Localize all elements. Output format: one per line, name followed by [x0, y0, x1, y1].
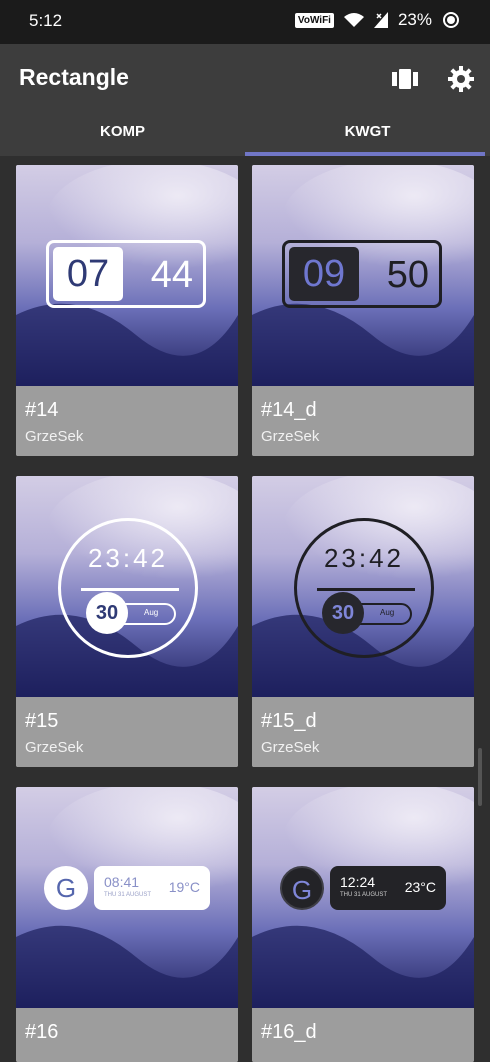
battery-percent: 23%: [397, 10, 432, 29]
google-logo-icon: G: [280, 866, 324, 910]
clock-day: 30: [86, 592, 128, 634]
divider: [81, 588, 179, 591]
widget-card[interactable]: 23:42 Aug 30 #15 GrzeSek: [16, 476, 238, 767]
status-icons: VoWiFi 23%: [294, 10, 460, 30]
clock-month: Aug: [144, 608, 159, 617]
signal-icon: [373, 12, 388, 28]
round-clock-widget: 23:42 Aug 30: [294, 518, 434, 658]
tab-bar: KOMP KWGT: [0, 114, 490, 156]
divider: [317, 588, 415, 591]
temperature: 23°C: [404, 879, 436, 895]
google-date-widget: G 12:24 THU 31 AUGUST 23°C: [280, 864, 446, 910]
widget-card[interactable]: 09 50 #14_d GrzeSek: [252, 165, 474, 456]
widget-name: #14: [25, 399, 59, 421]
card-caption: #14_d GrzeSek: [252, 386, 474, 456]
battery-icon: [443, 12, 459, 28]
widget-card[interactable]: 07 44 #14 GrzeSek: [16, 165, 238, 456]
temperature: 19°C: [168, 879, 200, 895]
tab-kwgt[interactable]: KWGT: [245, 114, 490, 156]
card-caption: #14 GrzeSek: [16, 386, 238, 456]
clock-minute: 44: [150, 254, 193, 296]
clock-minute: 50: [386, 254, 429, 296]
rectangle-clock-widget: 07 44: [46, 240, 206, 308]
widget-card[interactable]: G 12:24 THU 31 AUGUST 23°C #16_d: [252, 787, 474, 1062]
clock-date: THU 31 AUGUST: [340, 892, 388, 898]
clock-time: 12:24: [340, 874, 376, 890]
card-caption: #16: [16, 1008, 238, 1062]
widget-name: #15: [25, 710, 59, 732]
round-clock-widget: 23:42 Aug 30: [58, 518, 198, 658]
widget-name: #14_d: [261, 399, 317, 421]
widget-author: GrzeSek: [261, 428, 320, 445]
card-caption: #15 GrzeSek: [16, 697, 238, 767]
vowifi-badge: VoWiFi: [294, 12, 334, 28]
carousel-icon[interactable]: [390, 64, 420, 94]
google-logo-icon: G: [44, 866, 88, 910]
widget-author: GrzeSek: [25, 428, 84, 445]
widget-card[interactable]: G 08:41 THU 31 AUGUST 19°C #16: [16, 787, 238, 1062]
clock-time: 08:41: [104, 874, 140, 890]
app-bar: Rectangle KOMP KWGT: [0, 44, 490, 156]
widget-author: GrzeSek: [25, 739, 84, 756]
clock-hour: 07: [53, 247, 123, 301]
date-weather-pill: 08:41 THU 31 AUGUST 19°C: [94, 866, 210, 910]
widget-name: #15_d: [261, 710, 317, 732]
widget-author: GrzeSek: [261, 739, 320, 756]
card-caption: #15_d GrzeSek: [252, 697, 474, 767]
widget-card[interactable]: 23:42 Aug 30 #15_d GrzeSek: [252, 476, 474, 767]
widget-name: #16_d: [261, 1021, 317, 1043]
scrollbar-thumb[interactable]: [478, 748, 482, 806]
status-time: 5:12: [29, 11, 63, 30]
clock-day: 30: [322, 592, 364, 634]
date-weather-pill: 12:24 THU 31 AUGUST 23°C: [330, 866, 446, 910]
clock-hour: 09: [289, 247, 359, 301]
clock-time: 23:42: [323, 543, 405, 573]
app-title: Rectangle: [19, 64, 129, 90]
wifi-icon: [343, 13, 364, 27]
gear-icon[interactable]: [446, 64, 476, 94]
widget-grid: 07 44 #14 GrzeSek 09 50 #14_d GrzeSek 23…: [0, 156, 490, 1062]
clock-date: THU 31 AUGUST: [104, 892, 152, 898]
tab-komp[interactable]: KOMP: [0, 114, 245, 156]
google-date-widget: G 08:41 THU 31 AUGUST 19°C: [44, 864, 210, 910]
widget-name: #16: [25, 1021, 59, 1043]
status-bar: 5:12 VoWiFi 23%: [0, 0, 490, 44]
clock-month: Aug: [380, 608, 395, 617]
clock-time: 23:42: [87, 543, 169, 573]
rectangle-clock-widget: 09 50: [282, 240, 442, 308]
card-caption: #16_d: [252, 1008, 474, 1062]
